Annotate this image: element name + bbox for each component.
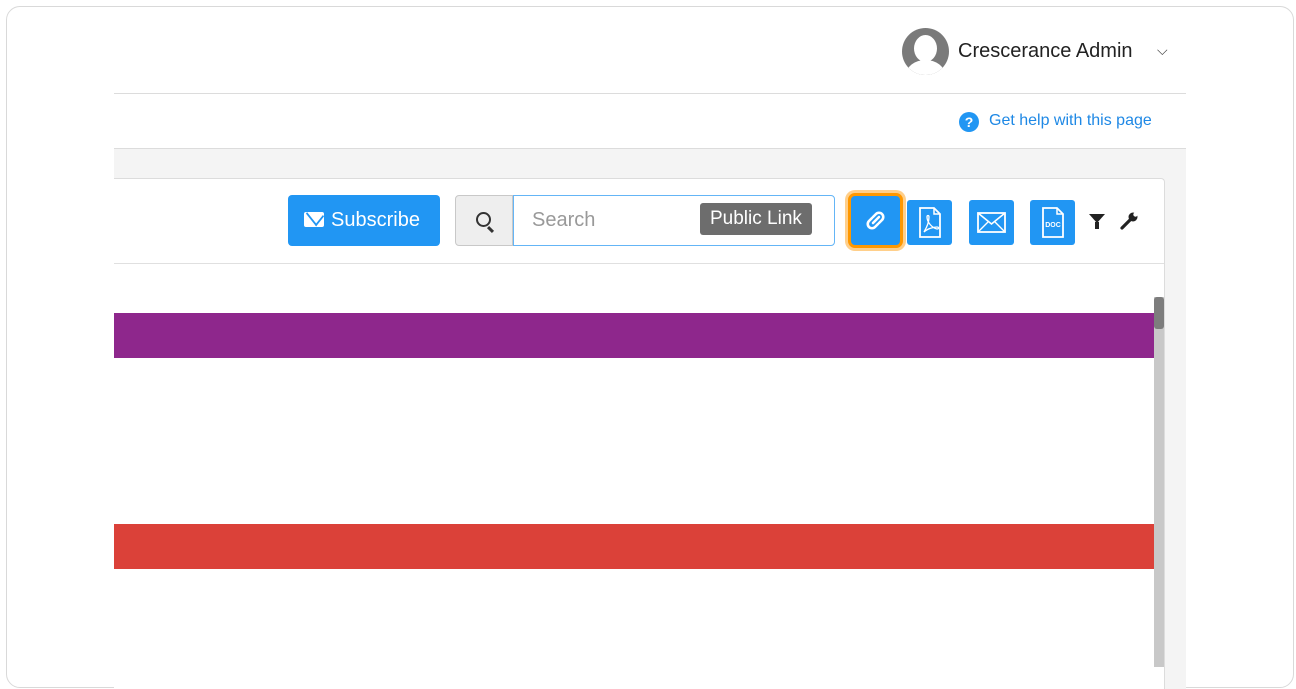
public-link-tooltip: Public Link (700, 203, 812, 235)
report-row-red (114, 524, 1154, 569)
avatar-shoulders (906, 60, 945, 75)
help-bar: ? Get help with this page (114, 94, 1186, 149)
email-icon (977, 212, 1006, 233)
report-panel: Subscribe Public Link (114, 178, 1165, 689)
avatar-head (914, 35, 937, 62)
search-button[interactable] (455, 195, 513, 246)
envelope-icon (304, 212, 324, 227)
question-circle-icon[interactable]: ? (959, 112, 979, 132)
filter-icon[interactable] (1089, 214, 1105, 229)
report-row-purple (114, 313, 1154, 358)
export-pdf-button[interactable] (907, 200, 952, 245)
wrench-icon[interactable] (1118, 210, 1140, 232)
top-navbar: Crescerance Admin ⌵ (114, 6, 1186, 94)
doc-icon: DOC (1042, 207, 1064, 238)
scrollbar-thumb[interactable] (1154, 297, 1164, 329)
report-toolbar: Subscribe Public Link (114, 179, 1164, 264)
link-icon (866, 211, 885, 230)
search-icon (476, 212, 491, 227)
subscribe-label: Subscribe (331, 209, 420, 231)
chevron-down-icon[interactable]: ⌵ (1157, 42, 1168, 59)
scrollbar-track[interactable] (1154, 297, 1164, 667)
pdf-icon (919, 207, 941, 238)
public-link-button[interactable] (848, 193, 903, 248)
subscribe-button[interactable]: Subscribe (288, 195, 440, 246)
doc-icon-text: DOC (1045, 222, 1061, 229)
email-report-button[interactable] (969, 200, 1014, 245)
help-link[interactable]: Get help with this page (989, 112, 1152, 130)
export-doc-button[interactable]: DOC (1030, 200, 1075, 245)
user-avatar[interactable] (902, 28, 949, 75)
user-menu-name[interactable]: Crescerance Admin (958, 40, 1133, 63)
